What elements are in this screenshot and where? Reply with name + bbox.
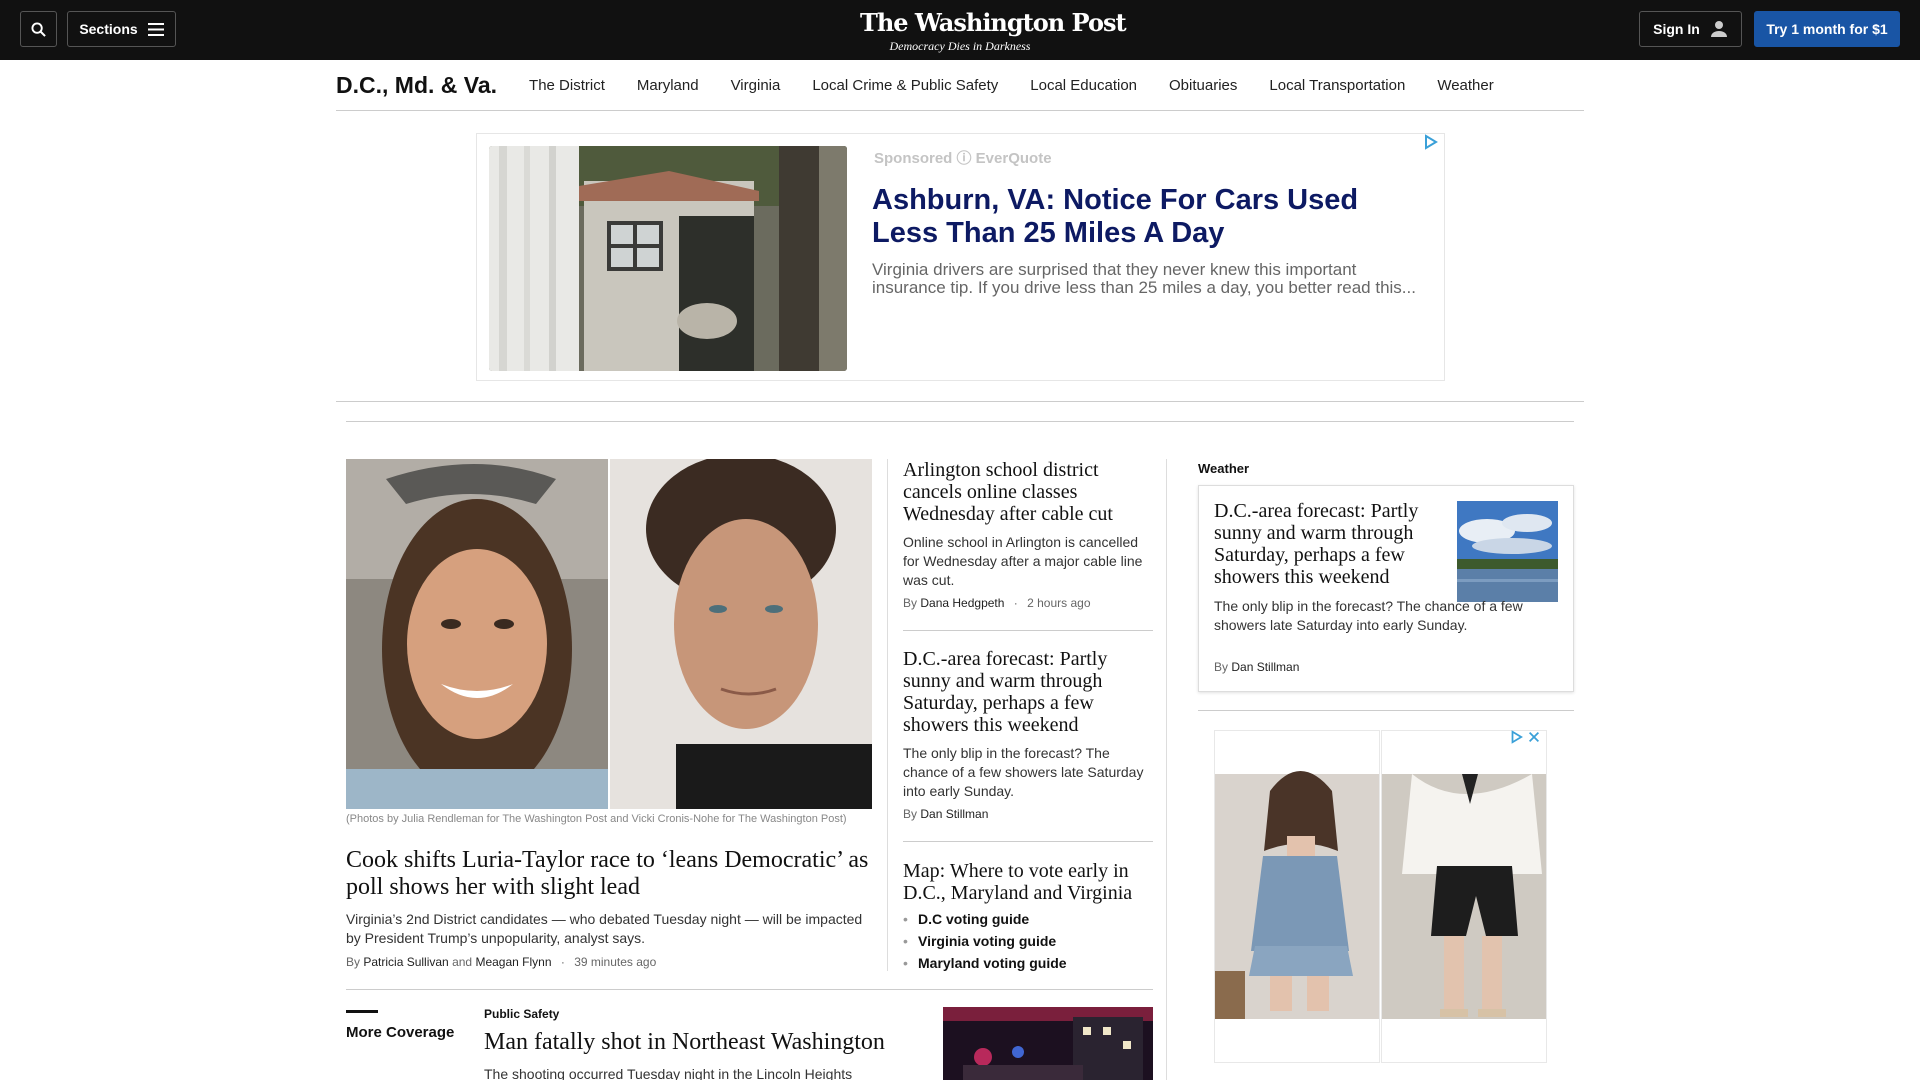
- nav-link-virginia[interactable]: Virginia: [731, 77, 781, 94]
- author-link[interactable]: Dan Stillman: [920, 807, 988, 821]
- ad-controls: [1509, 730, 1541, 744]
- author-link[interactable]: Patricia Sullivan: [363, 955, 448, 969]
- story-headline[interactable]: D.C.-area forecast: Partly sunny and war…: [903, 648, 1153, 736]
- nav-link-local-transportation[interactable]: Local Transportation: [1269, 77, 1405, 94]
- ad-product-tile[interactable]: [1381, 730, 1547, 1063]
- ad-text[interactable]: Virginia drivers are surprised that they…: [872, 261, 1432, 297]
- timestamp: 2 hours ago: [1027, 596, 1091, 610]
- weather-card[interactable]: D.C.-area forecast: Partly sunny and war…: [1198, 485, 1574, 692]
- timestamp: 39 minutes ago: [574, 955, 657, 969]
- voting-guide-list: D.C voting guide Virginia voting guide M…: [903, 908, 1153, 974]
- sponsored-ad[interactable]: Sponsored ⓘ EverQuote Ashburn, VA: Notic…: [476, 133, 1445, 381]
- story-headline[interactable]: Man fatally shot in Northeast Washington: [484, 1029, 944, 1056]
- sign-in-button[interactable]: Sign In: [1639, 11, 1742, 47]
- byline-separator: ·: [560, 955, 565, 969]
- divider: [346, 421, 1574, 422]
- ad-sponsored-label: Sponsored ⓘ EverQuote: [874, 150, 1052, 167]
- user-icon: [1710, 21, 1727, 37]
- hamburger-menu-icon: [147, 22, 164, 36]
- voting-guide-link[interactable]: Maryland voting guide: [903, 952, 1153, 974]
- nav-link-the-district[interactable]: The District: [529, 77, 605, 94]
- tagline: Democracy Dies in Darkness: [889, 39, 1031, 53]
- story-headline[interactable]: Map: Where to vote early in D.C., Maryla…: [903, 860, 1153, 904]
- story-headline[interactable]: Arlington school district cancels online…: [903, 459, 1153, 525]
- adchoices-icon[interactable]: [1422, 134, 1438, 150]
- weather-section-label[interactable]: Weather: [1198, 461, 1249, 476]
- more-coverage-label: More Coverage: [346, 1024, 455, 1041]
- search-icon: [31, 21, 46, 37]
- story-image[interactable]: [943, 1007, 1153, 1080]
- story-card: D.C.-area forecast: Partly sunny and war…: [903, 648, 1153, 821]
- column-divider: [1166, 459, 1167, 1080]
- author-link[interactable]: Meagan Flynn: [475, 955, 551, 969]
- story-blurb: The shooting occurred Tuesday night in t…: [484, 1066, 853, 1080]
- weather-headline[interactable]: D.C.-area forecast: Partly sunny and war…: [1214, 500, 1439, 588]
- logo-wordmark[interactable]: The Washington Post: [860, 8, 1127, 37]
- byline-by: By: [1214, 660, 1229, 674]
- sections-label: Sections: [79, 21, 138, 37]
- close-icon[interactable]: [1527, 730, 1541, 744]
- sign-in-label: Sign In: [1653, 21, 1700, 37]
- byline-by: By: [346, 955, 361, 969]
- main-story-byline: By Patricia Sullivan and Meagan Flynn · …: [346, 955, 656, 969]
- story-blurb: Online school in Arlington is cancelled …: [903, 534, 1143, 588]
- byline-separator: ·: [1013, 596, 1018, 610]
- ad-image[interactable]: [489, 146, 847, 371]
- nav-link-maryland[interactable]: Maryland: [637, 77, 699, 94]
- nav-link-local-education[interactable]: Local Education: [1030, 77, 1137, 94]
- byline-and: and: [452, 955, 473, 969]
- story-byline: By Dana Hedgpeth · 2 hours ago: [903, 596, 1153, 610]
- story-card: Map: Where to vote early in D.C., Maryla…: [903, 860, 1153, 974]
- more-coverage-accent: [346, 1010, 378, 1013]
- column-divider: [887, 459, 888, 971]
- story-byline: By Dan Stillman: [903, 807, 1153, 821]
- author-link[interactable]: Dan Stillman: [1231, 660, 1299, 674]
- adchoices-icon[interactable]: [1509, 730, 1523, 744]
- subscribe-button[interactable]: Try 1 month for $1: [1754, 11, 1900, 47]
- main-story-blurb: Virginia’s 2nd District candidates — who…: [346, 911, 863, 946]
- weather-blurb: The only blip in the forecast? The chanc…: [1214, 598, 1523, 633]
- divider: [336, 401, 1584, 402]
- author-link[interactable]: Dana Hedgpeth: [920, 596, 1004, 610]
- top-bar: Sections The Washington Post Democracy D…: [0, 0, 1920, 60]
- byline-by: By: [903, 807, 918, 821]
- logo[interactable]: The Washington Post Democracy Dies in Da…: [860, 8, 1127, 54]
- main-story-image[interactable]: [346, 459, 872, 809]
- section-nav: D.C., Md. & Va. The District Maryland Vi…: [336, 60, 1584, 111]
- nav-link-local-crime[interactable]: Local Crime & Public Safety: [812, 77, 998, 94]
- ad-product-tile[interactable]: [1214, 730, 1380, 1063]
- search-button[interactable]: [20, 11, 57, 47]
- nav-link-obituaries[interactable]: Obituaries: [1169, 77, 1237, 94]
- story-card: Arlington school district cancels online…: [903, 459, 1153, 610]
- image-caption: (Photos by Julia Rendleman for The Washi…: [346, 813, 847, 825]
- story-blurb: The only blip in the forecast? The chanc…: [903, 745, 1144, 799]
- ad-headline[interactable]: Ashburn, VA: Notice For Cars Used Less T…: [872, 184, 1412, 250]
- voting-guide-link[interactable]: D.C voting guide: [903, 908, 1153, 930]
- divider: [1198, 710, 1574, 711]
- divider: [346, 989, 1153, 990]
- weather-image[interactable]: [1457, 501, 1558, 602]
- divider: [903, 841, 1153, 842]
- section-title[interactable]: D.C., Md. & Va.: [336, 72, 497, 99]
- voting-guide-link[interactable]: Virginia voting guide: [903, 930, 1153, 952]
- sections-button[interactable]: Sections: [67, 11, 176, 47]
- divider: [903, 630, 1153, 631]
- main-story-headline[interactable]: Cook shifts Luria-Taylor race to ‘leans …: [346, 847, 876, 901]
- nav-link-weather[interactable]: Weather: [1437, 77, 1493, 94]
- story-kicker[interactable]: Public Safety: [484, 1007, 559, 1021]
- display-ad[interactable]: [1214, 730, 1547, 1080]
- weather-byline: By Dan Stillman: [1214, 660, 1299, 674]
- byline-by: By: [903, 596, 918, 610]
